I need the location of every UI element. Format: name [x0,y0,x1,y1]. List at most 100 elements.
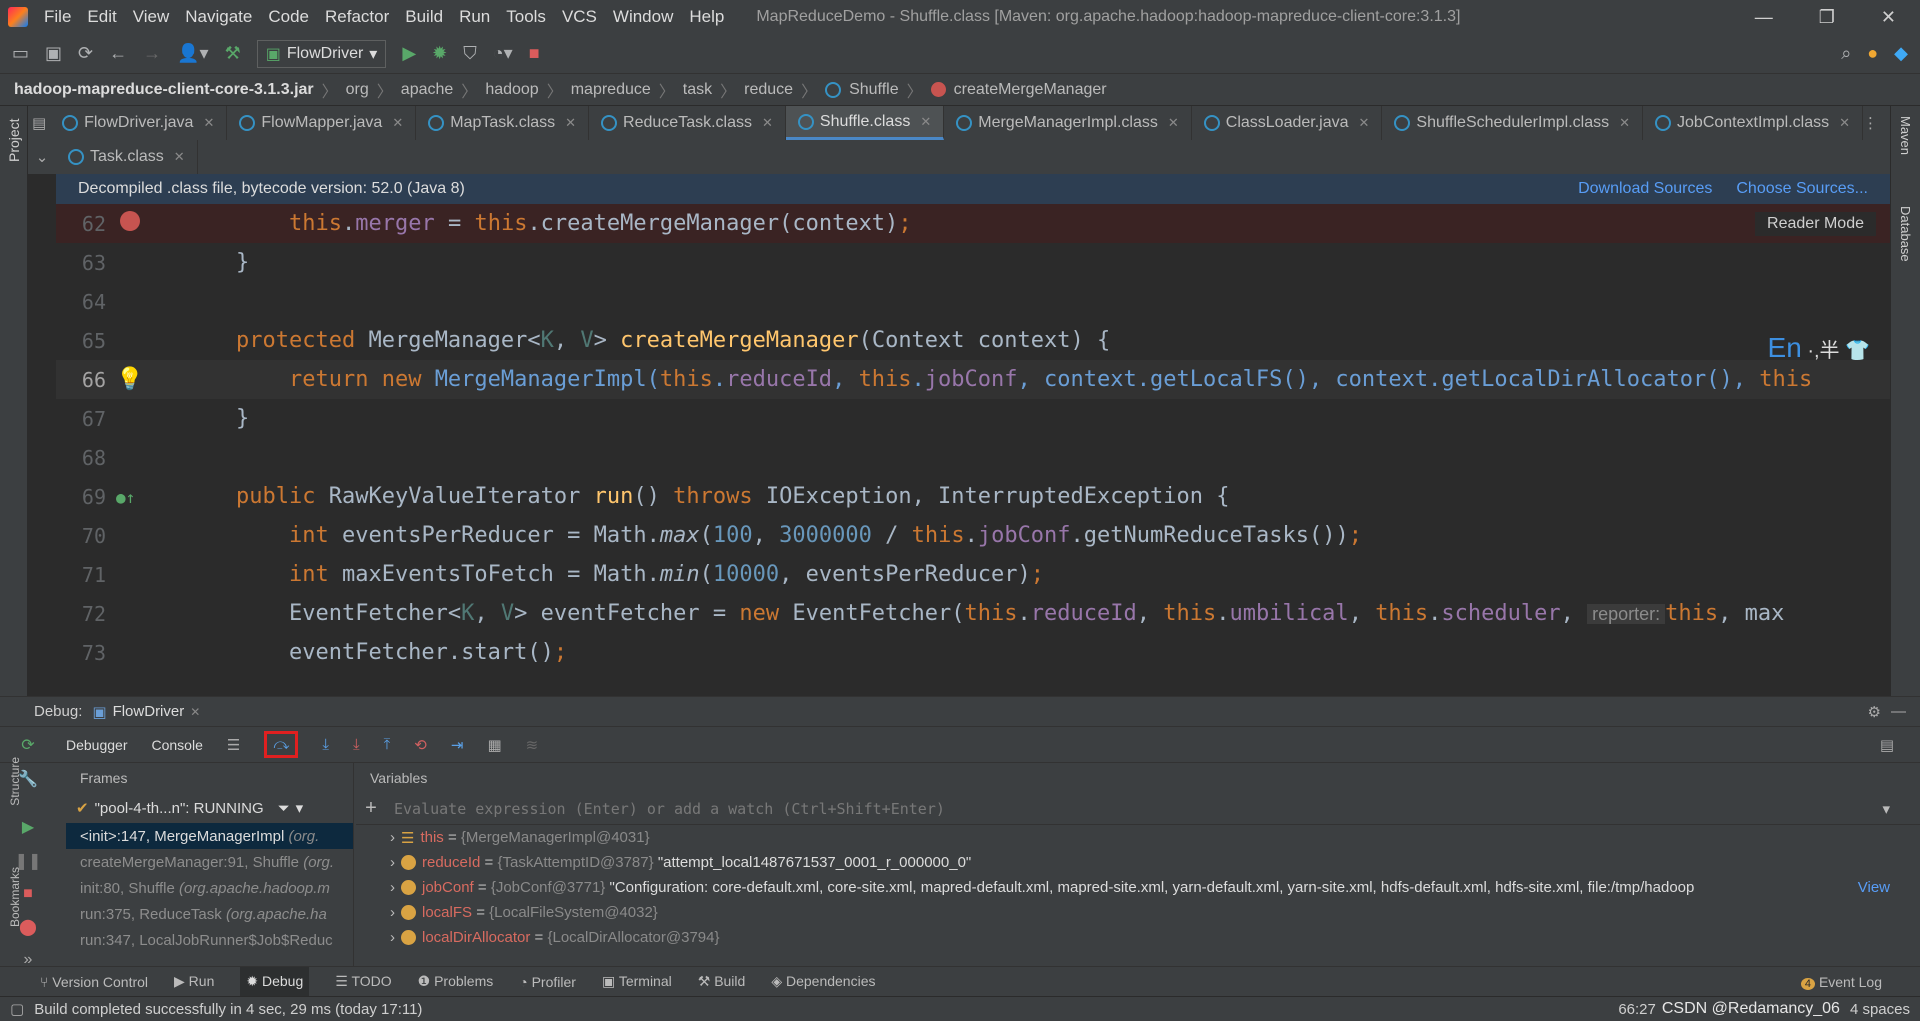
sync-icon[interactable]: ⟳ [78,43,93,64]
status-toggle-icon[interactable]: ▢ [10,1000,24,1018]
tab-task[interactable]: Task.class ✕ [56,140,198,174]
save-icon[interactable]: ▣ [45,43,62,64]
stop-icon[interactable]: ■ [23,885,33,903]
close-icon[interactable]: ✕ [392,115,403,131]
frame-item[interactable]: createMergeManager:91, Shuffle (org. [66,849,353,875]
implements-icon[interactable]: ●↑ [116,488,135,507]
menu-view[interactable]: View [125,7,178,27]
view-link[interactable]: View [1858,879,1890,896]
close-icon[interactable]: ✕ [1168,115,1179,131]
expand-icon[interactable]: › [390,879,395,896]
tab-flowdriver[interactable]: FlowDriver.java ✕ [50,106,228,140]
tab-build[interactable]: ⚒ Build [698,973,746,990]
back-icon[interactable]: ← [109,43,127,64]
close-icon[interactable]: ✕ [190,705,200,719]
menu-edit[interactable]: Edit [79,7,124,27]
forward-icon[interactable]: → [143,43,161,64]
indent-setting[interactable]: 4 spaces [1850,1001,1910,1018]
breadcrumb-apache[interactable]: apache [401,81,454,99]
coverage-icon[interactable]: ⛉ [463,43,477,64]
hide-panel-icon[interactable]: — [1891,703,1906,720]
update-icon[interactable]: ● [1867,43,1878,64]
menu-window[interactable]: Window [605,7,681,27]
tab-terminal[interactable]: ▣ Terminal [602,973,672,990]
open-folder-icon[interactable]: ▭ [12,43,29,64]
breadcrumb-shuffle[interactable]: Shuffle [849,81,899,99]
event-log-button[interactable]: 4 Event Log [1800,974,1882,990]
close-icon[interactable]: ✕ [1359,115,1370,131]
menu-file[interactable]: File [36,7,79,27]
watch-expression-input[interactable]: Evaluate expression (Enter) or add a wat… [386,800,945,818]
variable-row[interactable]: › jobConf = {JobConf@3771} "Configuration… [390,875,1890,900]
close-icon[interactable]: ✕ [203,115,214,131]
tab-debug[interactable]: ✹ Debug [240,967,310,996]
settings-gear-icon[interactable]: ⚙ [1868,703,1881,721]
project-tool-button[interactable]: Project [6,110,22,170]
filter-icon[interactable]: ⏷ [278,800,290,817]
breadcrumb-jar[interactable]: hadoop-mapreduce-client-core-3.1.3.jar [14,81,314,99]
add-watch-icon[interactable]: + [356,797,386,820]
frame-item[interactable]: run:347, LocalJobRunner$Job$Reduc [66,927,353,953]
maven-tool-button[interactable]: Maven [1898,116,1913,176]
variable-row[interactable]: › ☰ this = {MergeManagerImpl@4031} [390,825,1920,850]
rerun-icon[interactable]: ⟳ [21,735,34,755]
structure-tool-button[interactable]: Structure [8,757,22,806]
thread-selector[interactable]: ✔ "pool-4-th...n": RUNNING ⏷ ▾ [66,793,353,823]
caret-position[interactable]: 66:27 [1618,1001,1656,1018]
step-over-icon[interactable]: ⤼ [264,731,299,758]
tab-flowmapper[interactable]: FlowMapper.java ✕ [227,106,417,140]
breadcrumb-hadoop[interactable]: hadoop [485,81,538,99]
database-tool-button[interactable]: Database [1898,206,1913,286]
variable-row[interactable]: › reduceId = {TaskAttemptID@3787} "attemp… [390,850,1920,875]
breadcrumb-method[interactable]: createMergeManager [954,81,1107,99]
chevron-down-icon[interactable]: ▾ [1882,800,1890,818]
toolbox-icon[interactable]: ◆ [1894,43,1908,64]
step-into-icon[interactable]: ⤓ [322,736,329,753]
user-icon[interactable]: 👤▾ [177,43,208,64]
force-step-into-icon[interactable]: ⤓ [353,736,360,753]
lightbulb-icon[interactable]: 💡 [116,367,143,392]
code-editor[interactable]: Reader Mode En ·,半 👕 62 this.merger = th… [56,204,1890,696]
expand-icon[interactable]: › [390,904,395,921]
expand-icon[interactable]: › [390,929,395,946]
run-to-cursor-icon[interactable]: ⇥ [451,736,464,754]
frame-item[interactable]: init:80, Shuffle (org.apache.hadoop.m [66,875,353,901]
tab-shuffle[interactable]: Shuffle.class ✕ [785,106,945,140]
profile-icon[interactable]: ◔▾ [493,43,513,64]
breadcrumb-reduce[interactable]: reduce [744,81,793,99]
close-icon[interactable]: ✕ [565,115,576,131]
menu-help[interactable]: Help [681,7,732,27]
expand-icon[interactable]: › [390,829,395,846]
reader-mode-button[interactable]: Reader Mode [1755,212,1876,236]
menu-navigate[interactable]: Navigate [177,7,260,27]
tab-reducetask[interactable]: ReduceTask.class ✕ [589,106,786,140]
breadcrumb-org[interactable]: org [346,81,369,99]
trace-icon[interactable]: ≋ [526,736,539,754]
menu-tools[interactable]: Tools [498,7,554,27]
threads-icon[interactable]: ☰ [227,736,240,754]
tab-console[interactable]: Console [152,737,203,753]
choose-sources-link[interactable]: Choose Sources... [1736,180,1868,198]
download-sources-link[interactable]: Download Sources [1578,180,1712,198]
evaluate-icon[interactable]: ▦ [487,736,501,754]
run-config-select[interactable]: ▣ FlowDriver ▾ [256,39,387,68]
close-window-icon[interactable]: ✕ [1881,7,1896,28]
frame-item[interactable]: run:375, ReduceTask (org.apache.ha [66,901,353,927]
collapse-icon[interactable]: ⌄ [28,148,56,166]
close-icon[interactable]: ✕ [174,149,185,165]
restore-icon[interactable]: ❐ [1819,7,1835,28]
bookmarks-tool-button[interactable]: Bookmarks [8,867,22,927]
menu-run[interactable]: Run [451,7,498,27]
breakpoint-icon[interactable] [120,210,140,231]
tab-dependencies[interactable]: ◈ Dependencies [771,973,875,990]
tab-mergemanagerimpl[interactable]: MergeManagerImpl.class ✕ [944,106,1192,140]
build-hammer-icon[interactable]: ⚒ [225,43,241,64]
step-out-icon[interactable]: ⤒ [384,736,391,753]
breadcrumb-task[interactable]: task [683,81,712,99]
run-icon[interactable]: ▶ [402,43,416,64]
chevron-down-icon[interactable]: ▾ [296,799,304,817]
frame-item[interactable]: <init>:147, MergeManagerImpl (org. [66,823,353,849]
tab-run[interactable]: ▶ Run [174,973,214,990]
minimize-icon[interactable]: — [1755,7,1773,28]
tab-problems[interactable]: ❶ Problems [418,973,494,990]
